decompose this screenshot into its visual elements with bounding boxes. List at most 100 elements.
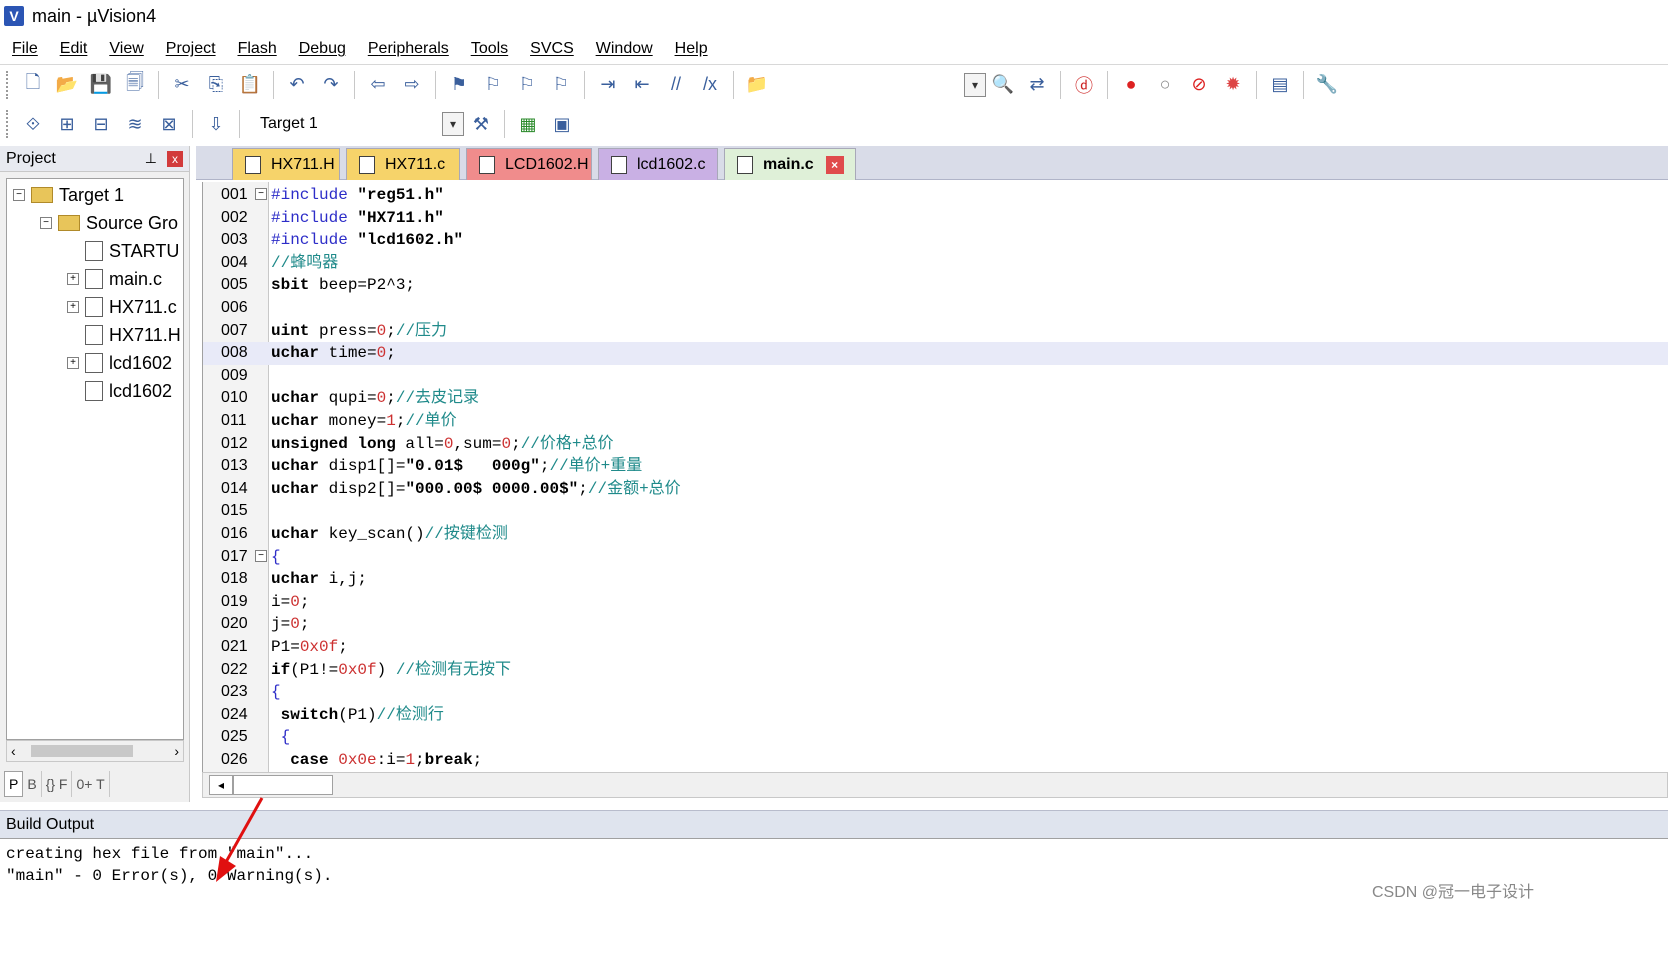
scroll-left-icon[interactable]: ◂ (209, 775, 233, 795)
collapse-icon[interactable]: − (13, 189, 25, 201)
code-line[interactable]: 008 uchar time=0; (203, 342, 1668, 365)
code-line[interactable]: 016 uchar key_scan()//按键检测 (203, 523, 1668, 546)
find-dropdown-chevron-down-icon[interactable]: ▾ (964, 72, 986, 97)
code-line[interactable]: 001− #include "reg51.h" (203, 184, 1668, 207)
menu-debug[interactable]: Debug (299, 40, 346, 58)
find-in-files-icon[interactable]: 📁 (743, 71, 771, 99)
code-line[interactable]: 017−{ (203, 546, 1668, 569)
collapse-icon[interactable]: − (255, 549, 267, 562)
replace-icon[interactable]: ⇄ (1023, 71, 1051, 99)
find-icon[interactable]: 🔍 (989, 71, 1017, 99)
menu-window[interactable]: Window (596, 40, 653, 58)
build-output-panel[interactable]: creating hex file from "main"... "main" … (0, 838, 1668, 966)
toolbar-grip[interactable] (6, 110, 10, 138)
code-line[interactable]: 014 uchar disp2[]="000.00$ 0000.00$";//金额… (203, 478, 1668, 501)
code-line[interactable]: 025 { (203, 726, 1668, 749)
breakpoint-disable-icon[interactable]: ○ (1151, 71, 1179, 99)
code-line[interactable]: 011 uchar money=1;//单价 (203, 410, 1668, 433)
code-line[interactable]: 010 uchar qupi=0;//去皮记录 (203, 387, 1668, 410)
expand-icon[interactable]: + (67, 357, 79, 369)
code-line[interactable]: 004 //蜂鸣器 (203, 252, 1668, 275)
stop-build-icon[interactable]: ⊠ (155, 110, 183, 138)
editor-horizontal-scrollbar[interactable]: ◂ (202, 772, 1668, 798)
uncomment-icon[interactable]: /x (696, 71, 724, 99)
code-editor[interactable]: 001− #include "reg51.h" 002 #include "HX711… (202, 182, 1668, 772)
comment-icon[interactable]: // (662, 71, 690, 99)
scroll-right-icon[interactable]: › (174, 743, 179, 759)
editor-tab[interactable]: main.c × (724, 148, 856, 180)
editor-tab[interactable]: HX711.c (346, 148, 460, 180)
tree-item[interactable]: lcd1602 (67, 377, 172, 405)
nav-back-icon[interactable]: ⇦ (364, 71, 392, 99)
code-line[interactable]: 018 uchar i,j; (203, 568, 1668, 591)
breakpoint-kill-icon[interactable]: ⊘ (1185, 71, 1213, 99)
menu-view[interactable]: View (109, 40, 143, 58)
project-horizontal-scrollbar[interactable]: ‹ › (6, 740, 184, 762)
batch-build-icon[interactable]: ≋ (121, 110, 149, 138)
paste-icon[interactable]: 📋 (236, 71, 264, 99)
code-line[interactable]: 002 #include "HX711.h" (203, 207, 1668, 230)
load-icon[interactable]: ⇩ (202, 110, 230, 138)
code-line[interactable]: 006 (203, 297, 1668, 320)
tree-item[interactable]: + main.c (67, 265, 162, 293)
tree-item[interactable]: − Source Gro (40, 209, 178, 237)
project-tab-1[interactable]: B (23, 771, 42, 797)
debug-start-icon[interactable]: ⓓ (1070, 71, 1098, 99)
expand-icon[interactable]: + (67, 273, 79, 285)
target-options-icon[interactable]: ⚒ (467, 110, 495, 138)
menu-flash[interactable]: Flash (238, 40, 277, 58)
build-icon[interactable]: ⊞ (53, 110, 81, 138)
menu-edit[interactable]: Edit (60, 40, 88, 58)
menu-project[interactable]: Project (166, 40, 216, 58)
translate-icon[interactable]: ⟐ (19, 110, 47, 138)
redo-icon[interactable]: ↷ (317, 71, 345, 99)
tree-item[interactable]: + lcd1602 (67, 349, 172, 377)
code-line[interactable]: 019 i=0; (203, 591, 1668, 614)
tree-item[interactable]: STARTU (67, 237, 179, 265)
save-icon[interactable]: 💾 (87, 71, 115, 99)
toolbar-grip[interactable] (6, 70, 10, 99)
code-line[interactable]: 012 unsigned long all=0,sum=0;//价格+总价 (203, 433, 1668, 456)
menu-help[interactable]: Help (675, 40, 708, 58)
scroll-left-icon[interactable]: ‹ (11, 743, 16, 759)
breakpoint-icon[interactable]: ● (1117, 71, 1145, 99)
target-select[interactable]: Target 1 ▾ (252, 110, 464, 138)
chevron-down-icon[interactable]: ▾ (442, 112, 464, 136)
bookmark-next-icon[interactable]: ⚐ (513, 71, 541, 99)
breakpoint-kill-all-icon[interactable]: ✹ (1219, 71, 1247, 99)
code-line[interactable]: 015 (203, 500, 1668, 523)
code-line[interactable]: 023 { (203, 681, 1668, 704)
unindent-icon[interactable]: ⇤ (628, 71, 656, 99)
close-icon[interactable]: x (167, 150, 183, 167)
project-tab-3[interactable]: 0+ T (72, 771, 110, 797)
menu-file[interactable]: File (12, 40, 38, 58)
file-extensions-icon[interactable]: ▣ (548, 110, 576, 138)
bookmark-icon[interactable]: ⚑ (445, 71, 473, 99)
bookmark-clear-icon[interactable]: ⚐ (547, 71, 575, 99)
code-line[interactable]: 021 P1=0x0f; (203, 636, 1668, 659)
code-line[interactable]: 009 (203, 365, 1668, 388)
tree-item[interactable]: + HX711.c (67, 293, 177, 321)
config-wrench-icon[interactable]: 🔧 (1313, 71, 1341, 99)
collapse-icon[interactable]: − (255, 188, 267, 200)
code-line[interactable]: 022 if(P1!=0x0f) //检测有无按下 (203, 659, 1668, 682)
bookmark-prev-icon[interactable]: ⚐ (479, 71, 507, 99)
menu-peripherals[interactable]: Peripherals (368, 40, 449, 58)
tree-item[interactable]: − Target 1 (13, 181, 124, 209)
undo-icon[interactable]: ↶ (283, 71, 311, 99)
editor-tab[interactable]: LCD1602.H (466, 148, 592, 180)
rebuild-icon[interactable]: ⊟ (87, 110, 115, 138)
code-line[interactable]: 024 switch(P1)//检测行 (203, 704, 1668, 727)
editor-tab[interactable]: lcd1602.c (598, 148, 718, 180)
editor-tab[interactable]: HX711.H (232, 148, 340, 180)
scroll-thumb[interactable] (31, 745, 133, 757)
save-all-icon[interactable]: 🗐 (121, 71, 149, 99)
project-tab-0[interactable]: P (4, 771, 24, 797)
code-line[interactable]: 005 sbit beep=P2^3; (203, 274, 1668, 297)
code-line[interactable]: 026 case 0x0e:i=1;break; (203, 749, 1668, 772)
tree-item[interactable]: HX711.H (67, 321, 181, 349)
manage-components-icon[interactable]: ▦ (514, 110, 542, 138)
code-line[interactable]: 013 uchar disp1[]="0.01$ 000g";//单价+重量 (203, 455, 1668, 478)
indent-icon[interactable]: ⇥ (594, 71, 622, 99)
scroll-thumb[interactable] (233, 775, 333, 795)
